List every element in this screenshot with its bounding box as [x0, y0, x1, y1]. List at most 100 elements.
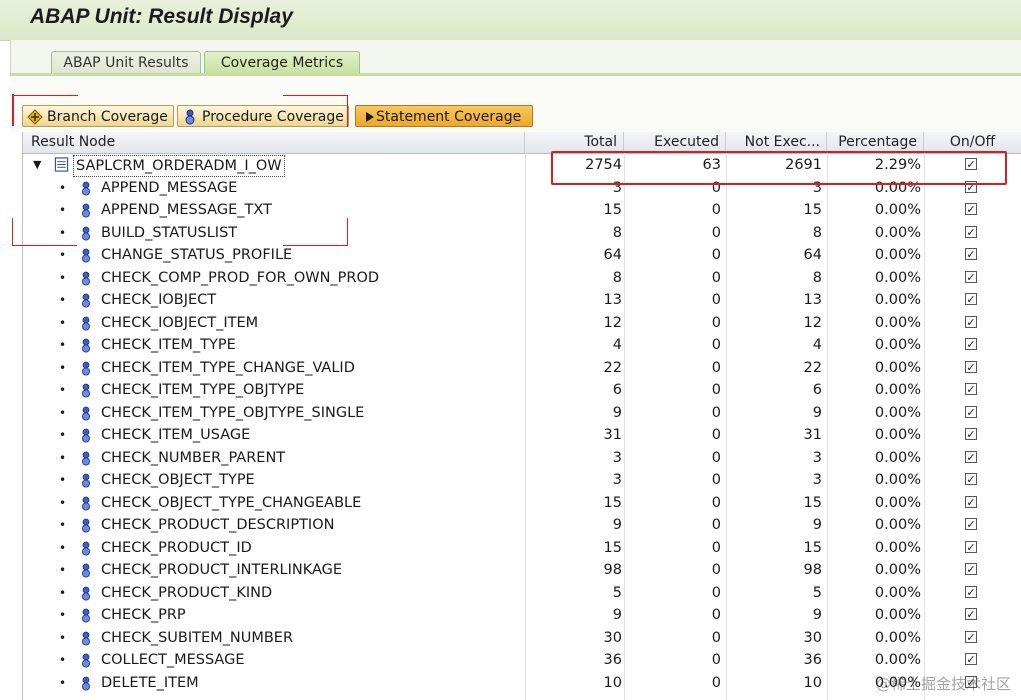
table-row[interactable]: • CHECK_ITEM_TYPE_CHANGE_VALID 22 0 22 0.00% ✓ [23, 357, 1021, 380]
cell-percentage: 0.00% [874, 224, 921, 241]
column-header-not-executed[interactable]: Not Exec... [726, 132, 827, 153]
cell-not-executed: 3 [812, 449, 822, 466]
onoff-checkbox[interactable]: ✓ [965, 540, 977, 553]
onoff-checkbox[interactable]: ✓ [965, 248, 977, 260]
onoff-checkbox[interactable]: ✓ [965, 270, 977, 283]
statement-coverage-button[interactable]: Statement Coverage [355, 105, 533, 127]
table-row[interactable]: • CHECK_PRODUCT_KIND 5 0 5 0.00% ✓ [23, 582, 1021, 605]
cell-percentage: 0.00% [874, 202, 921, 218]
tab-coverage-metrics[interactable]: Coverage Metrics [204, 51, 360, 74]
cell-percentage: 0.00% [874, 337, 921, 353]
onoff-checkbox[interactable]: ✓ [965, 338, 977, 350]
cell-not-executed: 64 [803, 247, 822, 263]
table-row[interactable]: • CHECK_ITEM_USAGE 31 0 31 0.00% ✓ [23, 424, 1021, 447]
cell-percentage: 0.00% [874, 427, 921, 443]
cell-percentage: 0.00% [874, 404, 921, 421]
onoff-checkbox[interactable]: ✓ [965, 315, 977, 328]
annotation-red-line [12, 245, 77, 246]
onoff-checkbox[interactable]: ✓ [965, 203, 977, 215]
cell-total: 9 [612, 517, 622, 533]
tree-bullet-icon: • [59, 383, 67, 397]
table-row[interactable]: • CHECK_NUMBER_PARENT 3 0 3 0.00% ✓ [23, 447, 1021, 470]
node-name: APPEND_MESSAGE [101, 179, 238, 196]
table-row[interactable]: • CHECK_PRODUCT_DESCRIPTION 9 0 9 0.00% ✓ [23, 514, 1021, 537]
onoff-checkbox[interactable]: ✓ [965, 383, 977, 395]
tree-bullet-icon: • [59, 495, 67, 510]
cell-percentage: 0.00% [874, 269, 921, 286]
cell-total: 22 [603, 359, 622, 376]
play-triangle-icon [366, 112, 374, 122]
onoff-checkbox[interactable]: ✓ [965, 563, 977, 575]
onoff-checkbox[interactable]: ✓ [965, 405, 977, 418]
column-header-total[interactable]: Total [525, 132, 624, 153]
procedure-icon [82, 631, 90, 645]
table-row[interactable]: • CHECK_OBJECT_TYPE_CHANGEABLE 15 0 15 0.00% ✓ [23, 492, 1021, 515]
cell-percentage: 0.00% [874, 629, 921, 646]
cell-percentage: 0.00% [874, 652, 921, 668]
table-row[interactable]: • CHANGE_STATUS_PROFILE 64 0 64 0.00% ✓ [23, 244, 1021, 267]
table-row[interactable]: • CHECK_IOBJECT_ITEM 12 0 12 0.00% ✓ [23, 312, 1021, 335]
cell-executed: 0 [711, 449, 721, 466]
annotation-red-line [12, 95, 78, 96]
column-header-executed[interactable]: Executed [624, 132, 726, 153]
cell-total: 31 [603, 427, 622, 443]
cell-percentage: 0.00% [874, 562, 921, 578]
table-row[interactable]: • COLLECT_MESSAGE 36 0 36 0.00% ✓ [23, 649, 1021, 672]
cell-total: 15 [603, 202, 622, 218]
onoff-checkbox[interactable]: ✓ [965, 653, 977, 665]
table-row[interactable]: • CHECK_PRP 9 0 9 0.00% ✓ [23, 604, 1021, 627]
cell-percentage: 0.00% [874, 472, 921, 488]
node-name: CHECK_IOBJECT_ITEM [101, 314, 259, 331]
procedure-icon [82, 203, 90, 218]
onoff-checkbox[interactable]: ✓ [965, 225, 977, 238]
table-row[interactable]: • CHECK_SUBITEM_NUMBER 30 0 30 0.00% ✓ [23, 627, 1021, 650]
procedure-icon [82, 428, 90, 443]
onoff-checkbox[interactable]: ✓ [965, 473, 977, 485]
tab-abap-unit-results[interactable]: ABAP Unit Results [51, 51, 201, 74]
cell-percentage: 0.00% [874, 539, 921, 556]
onoff-checkbox[interactable]: ✓ [965, 630, 977, 643]
procedure-icon [82, 563, 90, 578]
tree-bullet-icon: • [59, 360, 67, 375]
cell-total: 9 [612, 404, 622, 421]
onoff-checkbox[interactable]: ✓ [965, 360, 977, 373]
cell-total: 64 [603, 247, 622, 263]
cell-total: 9 [612, 607, 622, 623]
column-header-onoff[interactable]: On/Off [924, 132, 1021, 153]
onoff-checkbox[interactable]: ✓ [965, 450, 977, 463]
cell-not-executed: 31 [803, 427, 822, 443]
cell-not-executed: 8 [812, 269, 822, 286]
table-row[interactable]: • DELETE_ITEM 10 0 10 0.00% ✓ [23, 672, 1021, 695]
onoff-checkbox[interactable]: ✓ [965, 428, 977, 440]
table-row[interactable]: • CHECK_PRODUCT_INTERLINKAGE 98 0 98 0.00% ✓ [23, 559, 1021, 582]
table-row[interactable]: • CHECK_IOBJECT 13 0 13 0.00% ✓ [23, 289, 1021, 312]
node-name: CHECK_PRODUCT_KIND [101, 584, 273, 601]
node-name: CHANGE_STATUS_PROFILE [101, 247, 293, 263]
table-row[interactable]: • CHECK_ITEM_TYPE 4 0 4 0.00% ✓ [23, 334, 1021, 357]
node-name: CHECK_NUMBER_PARENT [101, 449, 286, 466]
column-header-result-node[interactable]: Result Node [23, 132, 525, 153]
root-node-name: SAPLCRM_ORDERADM_I_OW [73, 155, 285, 177]
cell-total: 4 [612, 337, 622, 353]
table-row[interactable]: • BUILD_STATUSLIST 8 0 8 0.00% ✓ [23, 222, 1021, 245]
table-row[interactable]: • CHECK_ITEM_TYPE_OBJTYPE 6 0 6 0.00% ✓ [23, 379, 1021, 402]
onoff-checkbox[interactable]: ✓ [965, 495, 977, 508]
onoff-checkbox[interactable]: ✓ [965, 608, 977, 620]
table-row[interactable]: • APPEND_MESSAGE_TXT 15 0 15 0.00% ✓ [23, 199, 1021, 222]
table-row[interactable]: • CHECK_ITEM_TYPE_OBJTYPE_SINGLE 9 0 9 0.00% ✓ [23, 402, 1021, 425]
tree-bullet-icon: • [59, 203, 67, 217]
procedure-icon [82, 496, 90, 510]
cell-total: 3 [612, 472, 622, 488]
procedure-icon [82, 383, 90, 398]
column-header-percentage[interactable]: Percentage [827, 132, 924, 153]
onoff-checkbox[interactable]: ✓ [965, 518, 977, 530]
table-row[interactable]: • CHECK_OBJECT_TYPE 3 0 3 0.00% ✓ [23, 469, 1021, 492]
annotation-red-line [283, 245, 348, 246]
onoff-checkbox[interactable]: ✓ [965, 585, 977, 598]
expand-triangle-icon[interactable]: ▼ [33, 154, 41, 177]
cell-executed: 0 [711, 269, 721, 286]
cell-not-executed: 15 [803, 539, 822, 556]
onoff-checkbox[interactable]: ✓ [965, 293, 977, 305]
table-row[interactable]: • CHECK_PRODUCT_ID 15 0 15 0.00% ✓ [23, 537, 1021, 560]
table-row[interactable]: • CHECK_COMP_PROD_FOR_OWN_PROD 8 0 8 0.00% ✓ [23, 267, 1021, 290]
